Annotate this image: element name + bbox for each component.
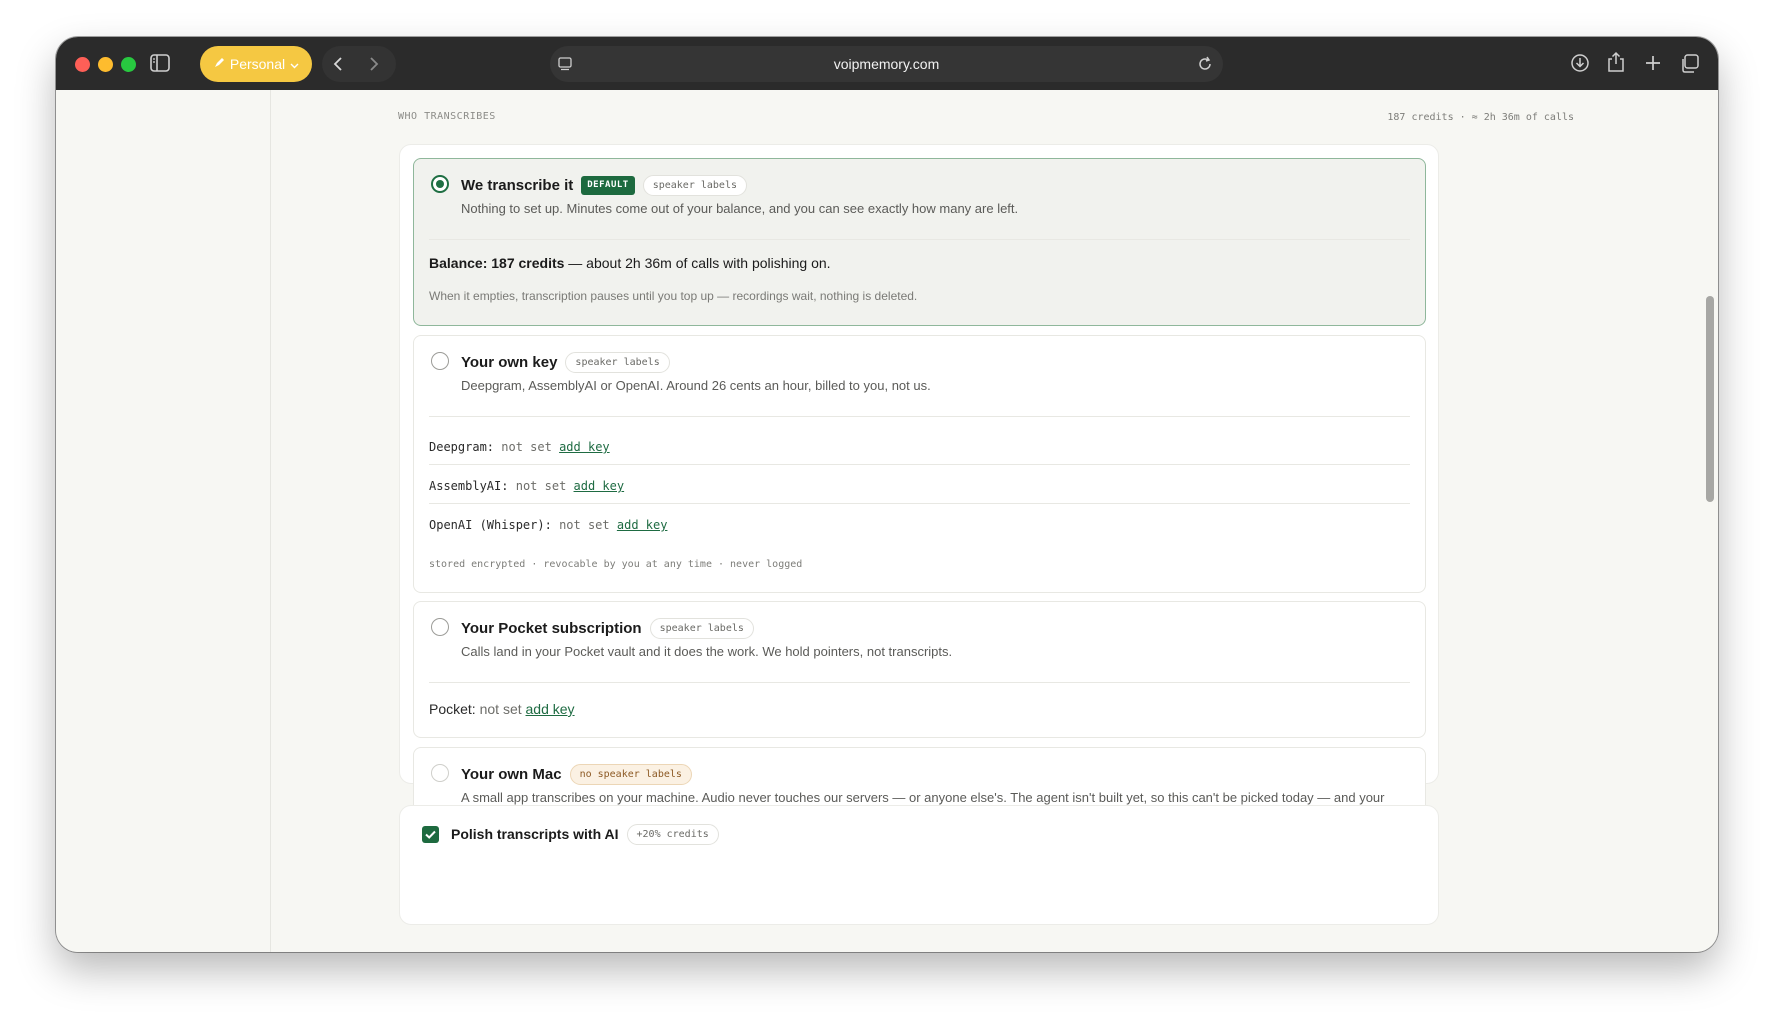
balance-note: When it empties, transcription pauses un… xyxy=(429,289,918,303)
option-title: Your own Mac xyxy=(461,765,562,783)
forward-icon[interactable] xyxy=(369,56,379,72)
back-icon[interactable] xyxy=(333,56,343,72)
profile-label: Personal xyxy=(229,56,286,72)
divider xyxy=(429,464,1410,465)
scrollbar-thumb[interactable] xyxy=(1706,296,1714,502)
speaker-labels-pill: speaker labels xyxy=(642,174,747,196)
key-provider: AssemblyAI: xyxy=(429,479,509,493)
sidebar-toggle-icon[interactable] xyxy=(150,54,170,72)
download-icon[interactable] xyxy=(1570,53,1590,73)
option-title: Your own key xyxy=(461,353,558,371)
balance-rest: — about 2h 36m of calls with polishing o… xyxy=(564,255,831,271)
browser-window: Personal voipmemory.com WHO TRANSCRIBES … xyxy=(56,37,1718,952)
chevron-down-icon xyxy=(290,56,299,72)
key-status: not set xyxy=(559,518,610,532)
divider xyxy=(429,682,1410,683)
key-provider: Deepgram: xyxy=(429,440,495,454)
option-own-key[interactable]: Your own key speaker labels Deepgram, As… xyxy=(413,335,1426,593)
nav-buttons xyxy=(322,46,396,82)
credits-summary: 187 credits · ≈ 2h 36m of calls xyxy=(1387,112,1574,123)
scrollbar[interactable] xyxy=(1704,90,1716,952)
address-bar[interactable]: voipmemory.com xyxy=(550,46,1223,82)
key-provider: OpenAI (Whisper): xyxy=(429,518,552,532)
option-pocket[interactable]: Your Pocket subscription speaker labels … xyxy=(413,601,1426,738)
no-speaker-labels-pill: no speaker labels xyxy=(569,763,692,785)
rocket-icon xyxy=(213,56,225,72)
polish-checkbox[interactable] xyxy=(422,826,439,843)
minimize-window-button[interactable] xyxy=(98,57,113,72)
add-key-link[interactable]: add key xyxy=(574,479,625,493)
option-description: Nothing to set up. Minutes come out of y… xyxy=(461,201,1019,216)
new-tab-icon[interactable] xyxy=(1645,55,1661,71)
default-badge: DEFAULT xyxy=(581,175,635,195)
balance-strong: Balance: 187 credits xyxy=(429,255,565,271)
storage-note: stored encrypted · revocable by you at a… xyxy=(429,559,803,570)
left-sidebar xyxy=(56,90,271,952)
close-window-button[interactable] xyxy=(75,57,90,72)
url-text: voipmemory.com xyxy=(833,56,940,72)
key-status: not set xyxy=(479,701,522,717)
key-status: not set xyxy=(501,440,552,454)
radio-own-mac xyxy=(431,764,449,782)
divider xyxy=(429,416,1410,417)
share-icon[interactable] xyxy=(1607,51,1625,73)
option-description: Calls land in your Pocket vault and it d… xyxy=(461,644,953,659)
radio-own-key[interactable] xyxy=(431,352,449,370)
radio-we-transcribe[interactable] xyxy=(431,175,449,193)
divider xyxy=(429,239,1410,240)
key-row-deepgram: Deepgram: not set add key xyxy=(429,440,610,454)
key-status: not set xyxy=(515,479,567,493)
speaker-labels-pill: speaker labels xyxy=(649,617,754,639)
add-key-link[interactable]: add key xyxy=(617,518,668,532)
add-key-link[interactable]: add key xyxy=(526,701,575,717)
page-content: WHO TRANSCRIBES 187 credits · ≈ 2h 36m o… xyxy=(56,90,1718,952)
transcription-options-card: We transcribe it DEFAULT speaker labels … xyxy=(399,144,1439,854)
option-we-transcribe[interactable]: We transcribe it DEFAULT speaker labels … xyxy=(413,158,1426,326)
key-row-pocket: Pocket: not set add key xyxy=(429,701,575,717)
checkmark-icon xyxy=(425,830,436,839)
zoom-window-button[interactable] xyxy=(121,57,136,72)
credits-pill: +20% credits xyxy=(626,823,719,845)
radio-pocket[interactable] xyxy=(431,618,449,636)
speaker-labels-pill: speaker labels xyxy=(565,351,670,373)
profile-button[interactable]: Personal xyxy=(200,46,312,82)
add-key-link[interactable]: add key xyxy=(559,440,610,454)
key-row-assemblyai: AssemblyAI: not set add key xyxy=(429,479,624,493)
browser-toolbar: Personal voipmemory.com xyxy=(56,37,1718,90)
option-title: We transcribe it xyxy=(461,176,574,194)
divider xyxy=(429,503,1410,504)
option-title: Your Pocket subscription xyxy=(461,619,642,637)
option-description: Deepgram, AssemblyAI or OpenAI. Around 2… xyxy=(461,378,931,393)
reload-icon[interactable] xyxy=(1197,56,1213,72)
key-row-openai: OpenAI (Whisper): not set add key xyxy=(429,518,667,532)
section-label: WHO TRANSCRIBES xyxy=(398,111,496,122)
tab-overview-icon[interactable] xyxy=(1680,54,1699,73)
key-provider: Pocket: xyxy=(429,701,476,717)
polish-title: Polish transcripts with AI xyxy=(451,826,619,842)
balance-line: Balance: 187 credits — about 2h 36m of c… xyxy=(429,255,831,271)
polish-card: Polish transcripts with AI +20% credits xyxy=(399,805,1439,925)
